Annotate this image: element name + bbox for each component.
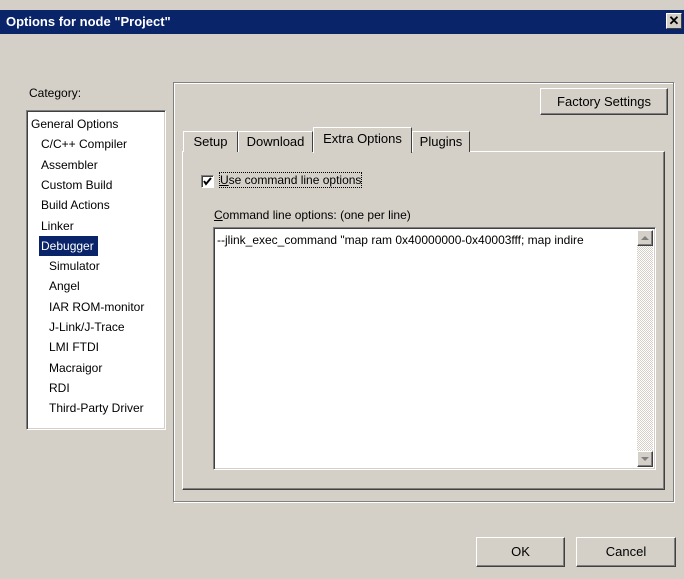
options-dialog: Options for node "Project" ✕ Category: G… bbox=[0, 0, 684, 579]
category-item[interactable]: C/C++ Compiler bbox=[39, 134, 131, 154]
category-item[interactable]: Simulator bbox=[47, 256, 104, 276]
scroll-down-button[interactable] bbox=[637, 451, 653, 467]
category-label: Category: bbox=[29, 86, 82, 100]
category-item[interactable]: Build Actions bbox=[39, 195, 114, 215]
tab-download[interactable]: Download bbox=[238, 131, 313, 152]
category-item[interactable]: Assembler bbox=[39, 155, 102, 175]
arrow-up-icon bbox=[641, 236, 649, 240]
cancel-button[interactable]: Cancel bbox=[576, 537, 676, 567]
tab-setup[interactable]: Setup bbox=[183, 131, 238, 152]
ok-button[interactable]: OK bbox=[476, 537, 565, 567]
arrow-down-icon bbox=[641, 457, 649, 461]
category-item[interactable]: Linker bbox=[39, 216, 78, 236]
command-line-text: --jlink_exec_command "map ram 0x40000000… bbox=[217, 233, 584, 247]
window-title: Options for node "Project" bbox=[6, 14, 171, 29]
vertical-scrollbar[interactable] bbox=[637, 230, 653, 467]
category-item[interactable]: Angel bbox=[47, 276, 84, 296]
checkmark-icon bbox=[203, 177, 212, 186]
category-item[interactable]: IAR ROM-monitor bbox=[47, 297, 148, 317]
use-command-line-label[interactable]: Use command line options bbox=[218, 172, 363, 188]
category-list[interactable]: General Options C/C++ Compiler Assembler Cu… bbox=[26, 110, 166, 430]
command-line-options-label: Command line options: (one per line) bbox=[214, 208, 411, 222]
category-item[interactable]: RDI bbox=[47, 378, 74, 398]
category-item[interactable]: LMI FTDI bbox=[47, 337, 103, 357]
tab-extra-options[interactable]: Extra Options bbox=[313, 127, 412, 153]
use-command-line-checkbox[interactable] bbox=[201, 175, 214, 188]
category-item[interactable]: Debugger bbox=[39, 235, 98, 256]
close-icon[interactable]: ✕ bbox=[666, 13, 682, 29]
command-line-textarea[interactable]: --jlink_exec_command "map ram 0x40000000… bbox=[213, 227, 656, 470]
title-bar[interactable]: Options for node "Project" ✕ bbox=[0, 10, 684, 34]
category-item[interactable]: Custom Build bbox=[39, 175, 116, 195]
category-item[interactable]: Third-Party Driver bbox=[47, 398, 148, 418]
category-item[interactable]: Macraigor bbox=[47, 358, 106, 378]
factory-settings-button[interactable]: Factory Settings bbox=[540, 88, 668, 115]
category-item[interactable]: J-Link/J-Trace bbox=[47, 317, 129, 337]
scroll-up-button[interactable] bbox=[637, 230, 653, 246]
tab-plugins[interactable]: Plugins bbox=[412, 131, 470, 152]
category-item[interactable]: General Options bbox=[29, 114, 122, 134]
